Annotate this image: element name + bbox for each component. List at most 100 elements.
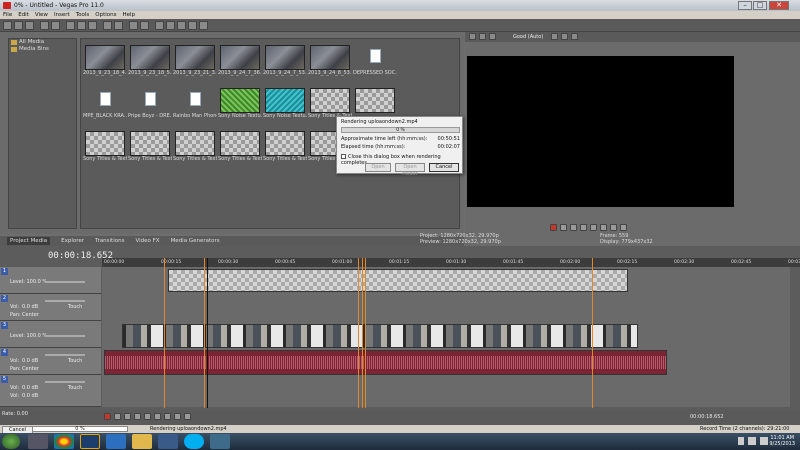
track-header[interactable]: 3 Level: 100.0 % [0, 321, 101, 348]
media-item[interactable]: Sony Noise Textu... [263, 88, 307, 120]
timeline-marker[interactable] [164, 258, 165, 408]
media-item[interactable]: Sony Titles & Text 4 [173, 131, 217, 163]
lock-envelopes-icon[interactable] [155, 21, 164, 30]
menu-file[interactable]: File [3, 12, 12, 18]
menu-tools[interactable]: Tools [76, 12, 90, 18]
media-item[interactable]: 2013_9_24_7_36... [218, 45, 262, 77]
redo-icon[interactable] [114, 21, 123, 30]
media-item[interactable]: 2013_9_24_8_53... [308, 45, 352, 77]
timeline-marker[interactable] [365, 258, 366, 408]
auto-ripple-icon[interactable] [140, 21, 149, 30]
menu-edit[interactable]: Edit [18, 12, 29, 18]
save-snapshot-icon[interactable] [571, 33, 578, 40]
snapping-icon[interactable] [129, 21, 138, 30]
track-automation-mode[interactable]: Touch [68, 385, 82, 391]
render-icon[interactable] [51, 21, 60, 30]
zoom-tool-icon[interactable] [199, 21, 208, 30]
track-header[interactable]: 2 Vol: 0.0 dB Touch Pan: Center [0, 294, 101, 321]
flag-tray-icon[interactable] [738, 437, 744, 445]
envelope-tool-icon[interactable] [177, 21, 186, 30]
media-item[interactable]: Sony Titles & Text 2 [83, 131, 127, 163]
track-automation-mode[interactable]: Touch [68, 358, 82, 364]
normal-edit-tool-icon[interactable] [166, 21, 175, 30]
media-item[interactable]: Sony Titles & Text 3 [128, 131, 172, 163]
timeline-play-start-icon[interactable] [124, 413, 131, 420]
new-icon[interactable] [3, 21, 12, 30]
tab-explorer[interactable]: Explorer [61, 238, 84, 244]
overlays-icon[interactable] [551, 33, 558, 40]
timeline-marker[interactable] [358, 258, 359, 408]
media-item[interactable]: 2013_9_23_21_3... [173, 45, 217, 77]
open-folder-button[interactable]: Open Folder [395, 163, 425, 177]
preview-fx-icon[interactable] [479, 33, 486, 40]
stop-icon[interactable] [600, 224, 607, 231]
track-slider[interactable] [45, 300, 85, 302]
timeline-pause-icon[interactable] [144, 413, 151, 420]
copy-icon[interactable] [77, 21, 86, 30]
track-header[interactable]: 5 Vol: 0.0 dB Touch Vol: 0.0 dB [0, 375, 101, 407]
media-item[interactable]: MPE_BLACK KRA... [83, 88, 127, 120]
track-slider[interactable] [45, 381, 85, 383]
copy-snapshot-icon[interactable] [561, 33, 568, 40]
pause-icon[interactable] [590, 224, 597, 231]
selection-tool-icon[interactable] [188, 21, 197, 30]
track-slider[interactable] [45, 335, 85, 337]
undo-icon[interactable] [103, 21, 112, 30]
menu-insert[interactable]: Insert [54, 12, 70, 18]
explorer-taskbar-icon[interactable] [132, 434, 152, 449]
track-slider[interactable] [45, 354, 85, 356]
timeline-record-icon[interactable] [104, 413, 111, 420]
open-button[interactable]: Open [365, 163, 391, 172]
track-header[interactable]: 1 Level: 100.0 % [0, 267, 101, 294]
media-item[interactable]: 2013_9_23_18_5... [128, 45, 172, 77]
timeline-marker[interactable] [592, 258, 593, 408]
menu-help[interactable]: Help [123, 12, 136, 18]
tree-item-all-media[interactable]: All Media [9, 39, 76, 46]
checkbox-box[interactable] [341, 154, 346, 159]
preview-quality-select[interactable]: Good (Auto) [513, 34, 543, 40]
vegas-taskbar-icon[interactable] [158, 434, 178, 449]
tab-video-fx[interactable]: Video FX [135, 238, 159, 244]
timeline-play-icon[interactable] [134, 413, 141, 420]
loop-icon[interactable] [560, 224, 567, 231]
start-button-icon[interactable] [2, 434, 20, 449]
skype-taskbar-icon[interactable] [184, 434, 204, 449]
media-item[interactable]: Sony Noise Textu... [218, 88, 262, 120]
record-icon[interactable] [550, 224, 557, 231]
go-to-start-icon[interactable] [610, 224, 617, 231]
media-item[interactable]: 2013_9_24_7_53... [263, 45, 307, 77]
timeline-next-frame-icon[interactable] [174, 413, 181, 420]
tab-transitions[interactable]: Transitions [95, 238, 124, 244]
close-button[interactable]: ✕ [769, 1, 789, 10]
cancel-button[interactable]: Cancel [429, 163, 459, 172]
play-icon[interactable] [580, 224, 587, 231]
track-header[interactable]: 4 Vol: 0.0 dB Touch Pan: Center [0, 348, 101, 375]
tab-media-generators[interactable]: Media Generators [171, 238, 220, 244]
media-item[interactable]: 2013_9_23_18_4... [83, 45, 127, 77]
media-player-taskbar-icon[interactable] [106, 434, 126, 449]
media-item[interactable]: Rainbo Man Phone... [173, 88, 217, 120]
play-from-start-icon[interactable] [570, 224, 577, 231]
network-tray-icon[interactable] [748, 437, 756, 445]
cut-icon[interactable] [66, 21, 75, 30]
timeline-prev-frame-icon[interactable] [164, 413, 171, 420]
go-to-end-icon[interactable] [620, 224, 627, 231]
media-item[interactable]: Sony Titles & Text 7 [263, 131, 307, 163]
track-slider[interactable] [45, 281, 85, 283]
track-automation-mode[interactable]: Touch [68, 304, 82, 310]
tree-item-media-bins[interactable]: Media Bins [9, 46, 76, 53]
properties-icon[interactable] [40, 21, 49, 30]
split-screen-icon[interactable] [489, 33, 496, 40]
open-icon[interactable] [14, 21, 23, 30]
chrome-taskbar-icon[interactable] [54, 434, 74, 449]
launcher-taskbar-icon[interactable] [80, 434, 100, 449]
paste-icon[interactable] [88, 21, 97, 30]
save-icon[interactable] [25, 21, 34, 30]
media-item[interactable]: Sony Titles & Text 6 [218, 131, 262, 163]
audio-clip[interactable] [104, 350, 667, 375]
media-item[interactable]: DEPRESSED SOC... [353, 45, 397, 77]
menu-view[interactable]: View [35, 12, 48, 18]
menu-options[interactable]: Options [95, 12, 116, 18]
minimize-button[interactable]: – [738, 1, 752, 10]
media-item[interactable]: Pripe Boyz - DRE... [128, 88, 172, 120]
